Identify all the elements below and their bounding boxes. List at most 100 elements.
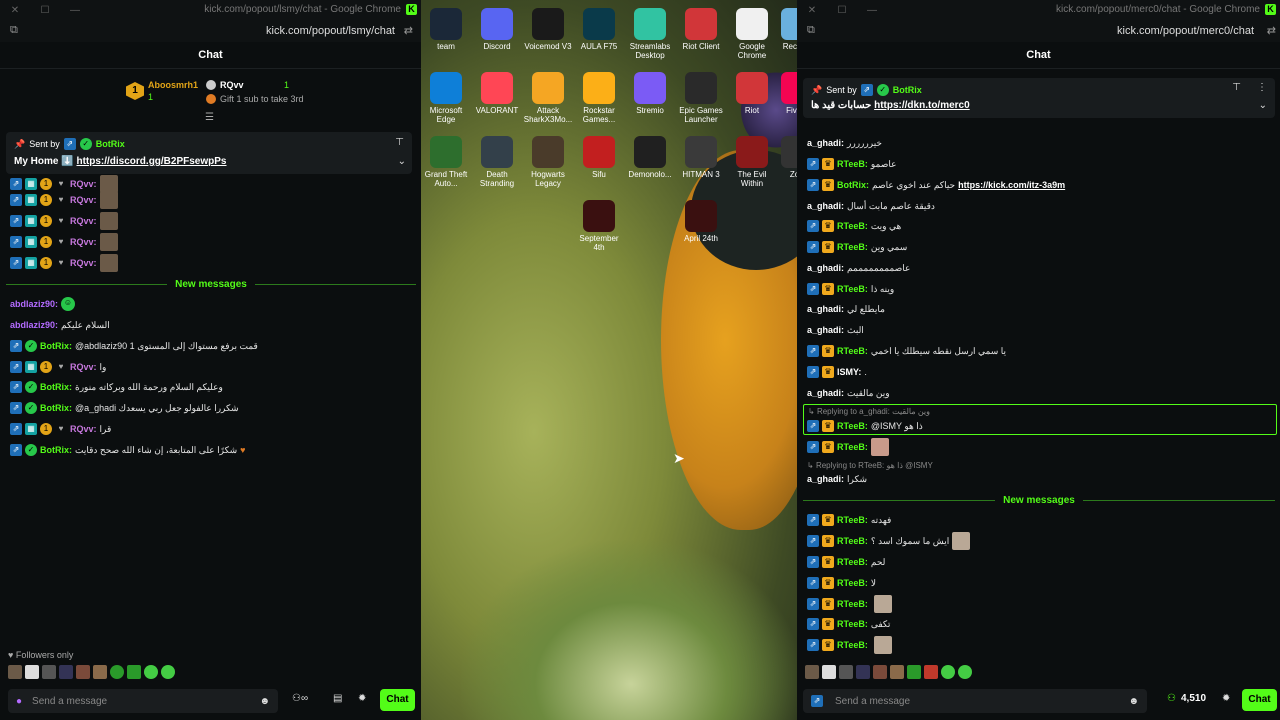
chat-username[interactable]: RTeeB: [837,536,868,546]
desktop-icon[interactable]: Death Stranding [472,136,522,188]
chat-username[interactable]: BotRix: [40,403,72,413]
chat-username[interactable]: abdlaziz90: [10,299,58,309]
mic-icon[interactable]: ● [16,696,22,707]
pinned-link[interactable]: https://discord.gg/B2PFsewpPs [76,156,226,167]
chat-username[interactable]: a_ghadi: [807,474,844,484]
more-options-icon[interactable]: ⋮ [1257,82,1267,93]
desktop-icon[interactable]: September 4th [574,200,624,252]
emote-image[interactable] [144,665,158,679]
site-info-icon[interactable]: ⧉ [10,24,18,37]
desktop-icon[interactable]: HITMAN 3 [676,136,726,179]
chat-username[interactable]: RTeeB: [837,159,868,169]
chat-username[interactable]: RTeeB: [837,284,868,294]
leaderboard-first-name[interactable]: Aboosmrh1 [148,80,198,90]
emote-image[interactable] [161,665,175,679]
desktop-icon[interactable]: Google Chrome [727,8,777,60]
chat-username[interactable]: a_ghadi: [807,138,844,148]
chat-username[interactable]: BotRix: [837,180,869,190]
desktop-icon[interactable]: The Evil Within [727,136,777,188]
chat-username[interactable]: RTeeB: [837,442,868,452]
emote-image[interactable] [93,665,107,679]
pinned-link[interactable]: https://dkn.to/merc0 [874,100,970,111]
emote-image[interactable] [59,665,73,679]
expand-pinned-icon[interactable]: ⌄ [1259,100,1267,111]
minimize-window-icon[interactable]: — [60,5,90,16]
chat-username[interactable]: BotRix: [40,445,72,455]
chat-username[interactable]: a_ghadi: [807,201,844,211]
pinned-sender[interactable]: BotRix [893,85,922,95]
chat-username[interactable]: RTeeB: [837,515,868,525]
emote-image[interactable] [42,665,56,679]
site-info-icon[interactable]: ⧉ [807,24,815,37]
desktop-icon[interactable]: Discord [472,8,522,51]
chat-username[interactable]: RQvv: [70,424,97,434]
chat-username[interactable]: a_ghadi: [807,325,844,335]
right-url-text[interactable]: kick.com/popout/merc0/chat [1117,25,1254,37]
emote-image[interactable] [25,665,39,679]
emote-image[interactable] [958,665,972,679]
chat-username[interactable]: abdlaziz90: [10,320,58,330]
desktop-icon[interactable]: team [421,8,471,51]
desktop-icon[interactable]: Microsoft Edge [421,72,471,124]
unpin-icon[interactable]: ⊤ [1232,82,1241,93]
emoji-icon[interactable]: ☻ [259,696,270,707]
desktop-icon[interactable]: Attack SharkX3Mo... [523,72,573,124]
emote-image[interactable] [8,665,22,679]
chat-send-button[interactable]: Chat [380,689,415,711]
desktop-icon[interactable]: Voicemod V3 [523,8,573,51]
chat-username[interactable]: RTeeB: [837,421,868,431]
chat-link[interactable]: https://kick.com/itz-3a9m [958,180,1065,190]
points-icon[interactable]: ⚇ [1167,693,1176,704]
open-in-browser-icon[interactable]: ⇄ [1267,24,1276,37]
emote-image[interactable] [941,665,955,679]
desktop-icon[interactable]: Riot Client [676,8,726,51]
desktop-icon[interactable]: Recycle [772,8,797,51]
chat-username[interactable]: RTeeB: [837,346,868,356]
emote-image[interactable] [924,665,938,679]
desktop-icon[interactable]: Demonolo... [625,136,675,179]
emote-image[interactable] [127,665,141,679]
chat-username[interactable]: a_ghadi: [807,304,844,314]
desktop-icon[interactable]: April 24th [676,200,726,243]
unpin-icon[interactable]: ⊤ [395,137,404,148]
chat-username[interactable]: RQvv: [70,258,97,268]
chat-username[interactable]: RTeeB: [837,242,868,252]
desktop-icon[interactable]: Streamlabs Desktop [625,8,675,60]
chat-username[interactable]: RTeeB: [837,578,868,588]
desktop-icon[interactable]: Stremio [625,72,675,115]
store-icon[interactable]: ▤ [333,693,342,704]
maximize-window-icon[interactable]: ☐ [827,5,857,16]
chat-username[interactable]: RQvv: [70,362,97,372]
chat-username[interactable]: RQvv: [70,216,97,226]
minimize-window-icon[interactable]: — [857,5,887,16]
emote-image[interactable] [907,665,921,679]
points-icon[interactable]: ⚇∞ [292,693,308,704]
desktop-icon[interactable]: VALORANT [472,72,522,115]
message-input[interactable]: ● Send a message ☻ [8,689,278,713]
desktop-icon[interactable]: AULA F75 [574,8,624,51]
chat-username[interactable]: RTeeB: [837,640,868,650]
emote-image[interactable] [76,665,90,679]
desktop-icon[interactable]: Hogwarts Legacy [523,136,573,188]
chat-username[interactable]: a_ghadi: [807,263,844,273]
chat-send-button[interactable]: Chat [1242,689,1277,711]
chat-username[interactable]: lSMY: [837,367,861,377]
chat-username[interactable]: RTeeB: [837,557,868,567]
chat-username[interactable]: BotRix: [40,341,72,351]
close-window-icon[interactable]: ✕ [0,5,30,16]
chat-username[interactable]: RQvv: [70,195,97,205]
desktop-icon[interactable]: Riot [727,72,777,115]
chat-username[interactable]: RTeeB: [837,221,868,231]
maximize-window-icon[interactable]: ☐ [30,5,60,16]
emote-image[interactable] [873,665,887,679]
close-window-icon[interactable]: ✕ [797,5,827,16]
emote-image[interactable] [839,665,853,679]
chat-username[interactable]: RQvv: [70,237,97,247]
desktop-icon[interactable]: Rockstar Games... [574,72,624,124]
emote-image[interactable] [822,665,836,679]
left-url-text[interactable]: kick.com/popout/lsmy/chat [266,25,395,37]
expand-pinned-icon[interactable]: ⌄ [398,156,406,167]
collapse-leaderboard-icon[interactable]: ☰ [205,112,214,123]
chat-username[interactable]: RTeeB: [837,619,868,629]
emote-image[interactable] [856,665,870,679]
